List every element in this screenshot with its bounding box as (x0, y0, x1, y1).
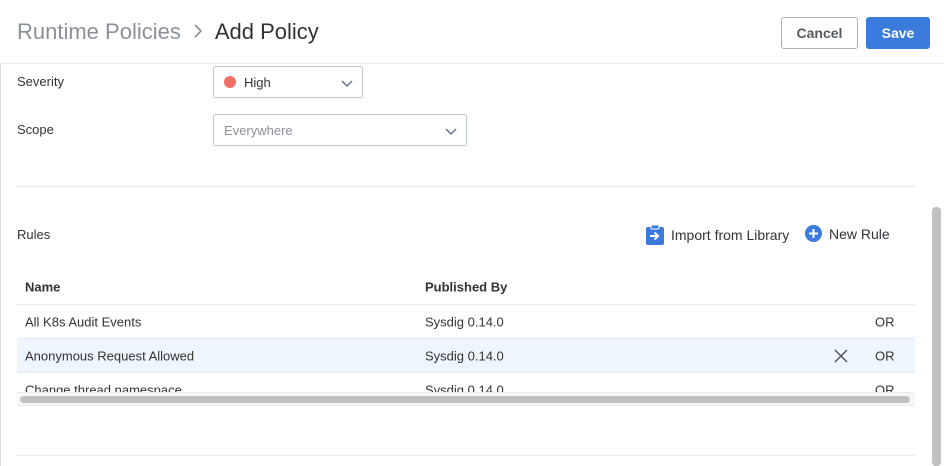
rule-operator: OR (875, 314, 895, 329)
horizontal-scrollbar-thumb[interactable] (20, 396, 910, 403)
severity-dot-icon (224, 76, 236, 88)
rules-title: Rules (17, 227, 51, 242)
import-from-library-button[interactable]: Import from Library (646, 225, 789, 245)
cancel-button[interactable]: Cancel (781, 17, 858, 49)
chevron-down-icon (341, 80, 353, 88)
horizontal-scrollbar[interactable] (17, 392, 915, 406)
scope-placeholder: Everywhere (224, 122, 293, 138)
close-icon[interactable] (834, 348, 848, 363)
severity-select[interactable]: High (213, 66, 363, 98)
page-title: Add Policy (214, 19, 319, 44)
rule-name: Anonymous Request Allowed (25, 348, 195, 363)
severity-label: Severity (17, 74, 64, 89)
scope-label: Scope (17, 122, 54, 137)
clipboard-import-icon (646, 225, 664, 245)
vertical-scrollbar-thumb[interactable] (932, 207, 941, 466)
rule-operator: OR (875, 382, 895, 392)
rule-published-by: Sysdig 0.14.0 (425, 348, 504, 363)
plus-circle-icon (805, 225, 822, 242)
rule-operator: OR (875, 348, 895, 363)
chevron-down-icon (445, 128, 457, 136)
section-divider (17, 186, 915, 187)
rule-name: All K8s Audit Events (25, 314, 142, 329)
rules-table: Name Published By All K8s Audit Events S… (17, 270, 915, 392)
breadcrumb-runtime-policies[interactable]: Runtime Policies (17, 19, 181, 45)
rule-published-by: Sysdig 0.14.0 (425, 382, 504, 392)
chevron-right-icon (193, 21, 203, 44)
bottom-divider (17, 455, 915, 456)
page-header: Runtime Policies Add Policy Cancel Save (0, 0, 944, 64)
breadcrumb: Runtime Policies Add Policy (17, 19, 319, 45)
table-row[interactable]: All K8s Audit Events Sysdig 0.14.0 OR (17, 305, 915, 339)
save-button[interactable]: Save (866, 17, 930, 49)
column-header-name[interactable]: Name (25, 280, 60, 295)
rule-name: Change thread namespace (25, 382, 182, 392)
table-header: Name Published By (17, 270, 915, 305)
table-row[interactable]: Change thread namespace Sysdig 0.14.0 OR (17, 373, 915, 392)
import-from-library-label: Import from Library (671, 227, 790, 243)
severity-value: High (244, 74, 271, 90)
scope-select[interactable]: Everywhere (213, 114, 467, 146)
table-row[interactable]: Anonymous Request Allowed Sysdig 0.14.0 … (17, 339, 915, 373)
rule-published-by: Sysdig 0.14.0 (425, 314, 504, 329)
new-rule-button[interactable]: New Rule (805, 225, 890, 242)
column-header-published-by[interactable]: Published By (425, 280, 507, 295)
new-rule-label: New Rule (829, 225, 890, 242)
